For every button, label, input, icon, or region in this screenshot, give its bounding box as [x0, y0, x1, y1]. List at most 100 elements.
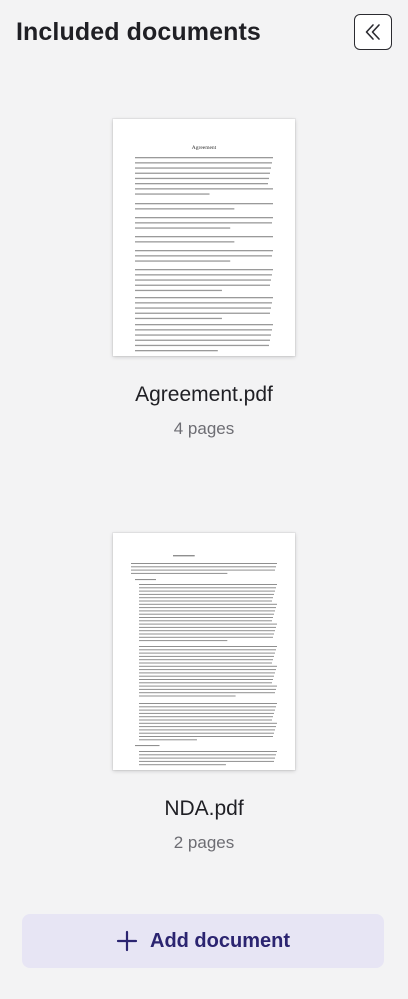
text-line — [139, 630, 275, 632]
text-line — [139, 662, 272, 664]
double-chevron-left-icon — [365, 24, 380, 40]
text-line — [139, 665, 277, 667]
collapse-panel-button[interactable] — [354, 14, 392, 50]
text-line — [135, 284, 270, 286]
text-line — [135, 334, 271, 336]
text-line — [139, 706, 276, 708]
text-line — [139, 703, 277, 704]
text-line — [135, 312, 270, 314]
text-line — [135, 317, 222, 320]
text-line — [139, 600, 272, 602]
text-line — [135, 324, 273, 326]
text-line — [135, 222, 272, 224]
text-line — [139, 679, 273, 680]
text-line — [139, 732, 274, 734]
text-line — [139, 729, 275, 731]
text-line — [135, 255, 272, 257]
document-page-count: 2 pages — [173, 833, 235, 852]
text-line — [139, 590, 275, 592]
text-line — [135, 260, 231, 262]
document-card[interactable]: Agreement Agreement.pdf 4 pages — [0, 119, 408, 439]
document-page-count: 4 pages — [173, 419, 235, 438]
text-line — [135, 339, 270, 341]
text-line — [139, 764, 226, 766]
panel-title: Included documents — [16, 18, 261, 46]
text-line — [135, 269, 273, 271]
text-line — [131, 563, 277, 564]
thumbnail-heading: Agreement — [192, 145, 217, 151]
text-line — [135, 250, 273, 252]
text-line — [135, 307, 271, 309]
text-line — [131, 572, 228, 574]
text-line — [139, 695, 236, 697]
document-thumbnail[interactable]: Agreement — [113, 119, 295, 356]
document-name: Agreement.pdf — [135, 383, 273, 406]
text-line — [135, 302, 272, 304]
text-line — [139, 649, 276, 651]
nda-page-preview — [131, 555, 277, 766]
text-line — [139, 757, 275, 759]
text-line — [139, 754, 276, 756]
text-line — [139, 613, 274, 615]
text-line — [135, 344, 269, 347]
text-line — [139, 623, 277, 625]
text-line — [135, 172, 270, 174]
text-line — [139, 603, 277, 605]
agreement-page-preview: Agreement — [135, 145, 273, 352]
text-line — [173, 555, 195, 557]
text-line — [139, 675, 274, 677]
text-line — [135, 241, 235, 243]
text-line — [135, 217, 273, 219]
text-line — [135, 236, 273, 238]
text-line — [139, 736, 273, 737]
text-line — [139, 633, 274, 635]
text-line — [139, 712, 274, 714]
text-line — [139, 692, 275, 694]
text-line — [139, 584, 277, 585]
text-line — [139, 640, 228, 642]
text-line — [139, 617, 273, 618]
text-line — [131, 566, 276, 568]
text-line — [135, 167, 271, 169]
text-line — [135, 329, 272, 331]
text-line — [135, 274, 272, 276]
text-line — [135, 162, 272, 164]
text-line — [135, 350, 218, 352]
plus-icon — [116, 930, 138, 952]
text-line — [135, 745, 160, 747]
text-line — [131, 569, 275, 571]
text-line — [139, 655, 274, 657]
panel-header: Included documents — [16, 14, 392, 54]
text-line — [135, 579, 156, 581]
text-line — [135, 157, 273, 159]
text-line — [139, 607, 276, 609]
text-line — [139, 646, 277, 647]
document-card[interactable]: NDA.pdf 2 pages — [0, 533, 408, 853]
add-document-label: Add document — [150, 929, 290, 952]
text-line — [135, 227, 231, 229]
text-line — [139, 682, 272, 684]
text-line — [139, 597, 273, 599]
add-document-button[interactable]: Add document — [22, 914, 384, 968]
text-line — [139, 587, 276, 589]
text-line — [139, 685, 277, 687]
text-line — [135, 183, 268, 185]
text-line — [139, 739, 197, 741]
text-line — [139, 709, 275, 711]
document-thumbnail[interactable] — [113, 533, 295, 770]
text-line — [139, 719, 272, 721]
text-line — [139, 726, 276, 728]
text-line — [139, 722, 277, 724]
text-line — [139, 672, 275, 674]
document-name: NDA.pdf — [164, 797, 244, 820]
text-line — [139, 716, 273, 718]
text-line — [139, 751, 277, 752]
text-line — [135, 177, 269, 180]
text-line — [135, 289, 222, 292]
text-line — [139, 760, 274, 762]
text-line — [139, 659, 273, 661]
text-line — [139, 593, 274, 595]
text-line — [139, 610, 275, 612]
text-line — [135, 188, 273, 190]
text-line — [135, 297, 273, 299]
